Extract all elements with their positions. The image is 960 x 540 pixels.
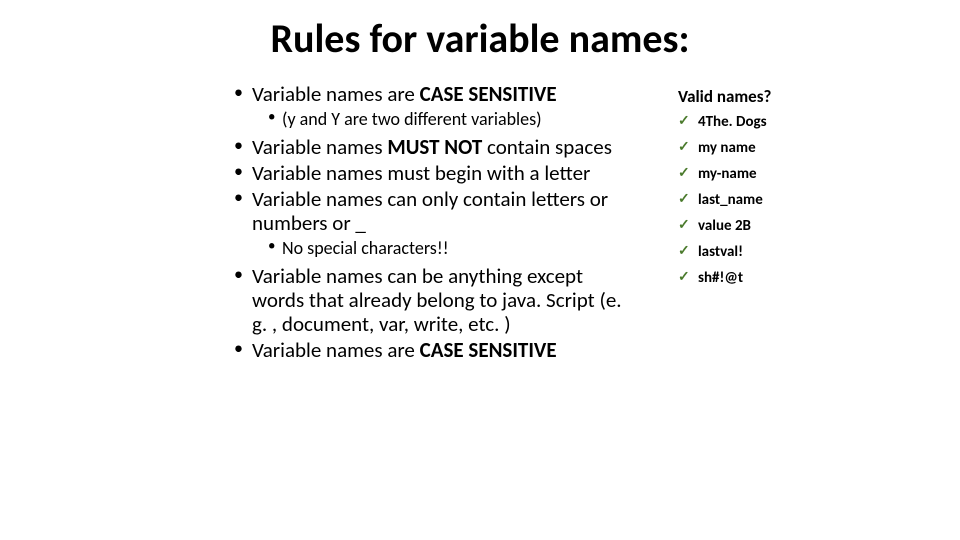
rule-item: Variable names can only contain letters … [234,187,634,235]
rule-item: Variable names must begin with a letter [234,161,634,185]
rule-subitem: No special characters!! [268,237,634,260]
check-icon: ✓ [678,243,690,260]
check-icon: ✓ [678,191,690,208]
rule-subitem: (y and Y are two different variables) [268,108,634,131]
item-label: lastval! [698,243,743,261]
list-item: ✓ my-name [678,165,898,183]
sidebar: Valid names? ✓ 4The. Dogs ✓ my name ✓ my-na… [678,86,898,295]
item-label: my name [698,139,756,157]
rule-text: contain spaces [487,134,612,160]
list-item: ✓ my name [678,139,898,157]
rule-item: Variable names MUST NOT contain spaces [234,135,634,159]
rule-text: Variable names [252,134,387,160]
rule-bold: CASE SENSITIVE [420,81,557,107]
item-label: value 2B [698,217,751,235]
rule-sublist: No special characters!! [234,237,634,260]
list-item: ✓ last_name [678,191,898,209]
item-label: my-name [698,165,757,183]
rule-text: Variable names are [252,81,420,107]
list-item: ✓ value 2B [678,217,898,235]
slide-title: Rules for variable names: [0,14,960,63]
rule-bold: MUST NOT [387,134,487,160]
item-label: sh#!@t [698,269,743,287]
list-item: ✓ 4The. Dogs [678,113,898,131]
rule-item: Variable names are CASE SENSITIVE [234,338,634,362]
check-icon: ✓ [678,217,690,234]
list-item: ✓ lastval! [678,243,898,261]
rule-text: Variable names are [252,337,420,363]
item-label: 4The. Dogs [698,113,767,131]
check-icon: ✓ [678,165,690,182]
rules-list: Variable names are CASE SENSITIVE (y and… [234,82,634,362]
slide: Rules for variable names: Variable names… [0,0,960,540]
check-icon: ✓ [678,139,690,156]
sidebar-heading: Valid names? [678,86,898,107]
main-content: Variable names are CASE SENSITIVE (y and… [234,82,634,364]
item-label: last_name [698,191,763,209]
rule-item: Variable names can be anything except wo… [234,264,634,336]
check-icon: ✓ [678,269,690,286]
valid-names-list: ✓ 4The. Dogs ✓ my name ✓ my-name ✓ last_name… [678,113,898,287]
rule-item: Variable names are CASE SENSITIVE [234,82,634,106]
rule-bold: CASE SENSITIVE [420,337,557,363]
list-item: ✓ sh#!@t [678,269,898,287]
rule-sublist: (y and Y are two different variables) [234,108,634,131]
check-icon: ✓ [678,113,690,130]
